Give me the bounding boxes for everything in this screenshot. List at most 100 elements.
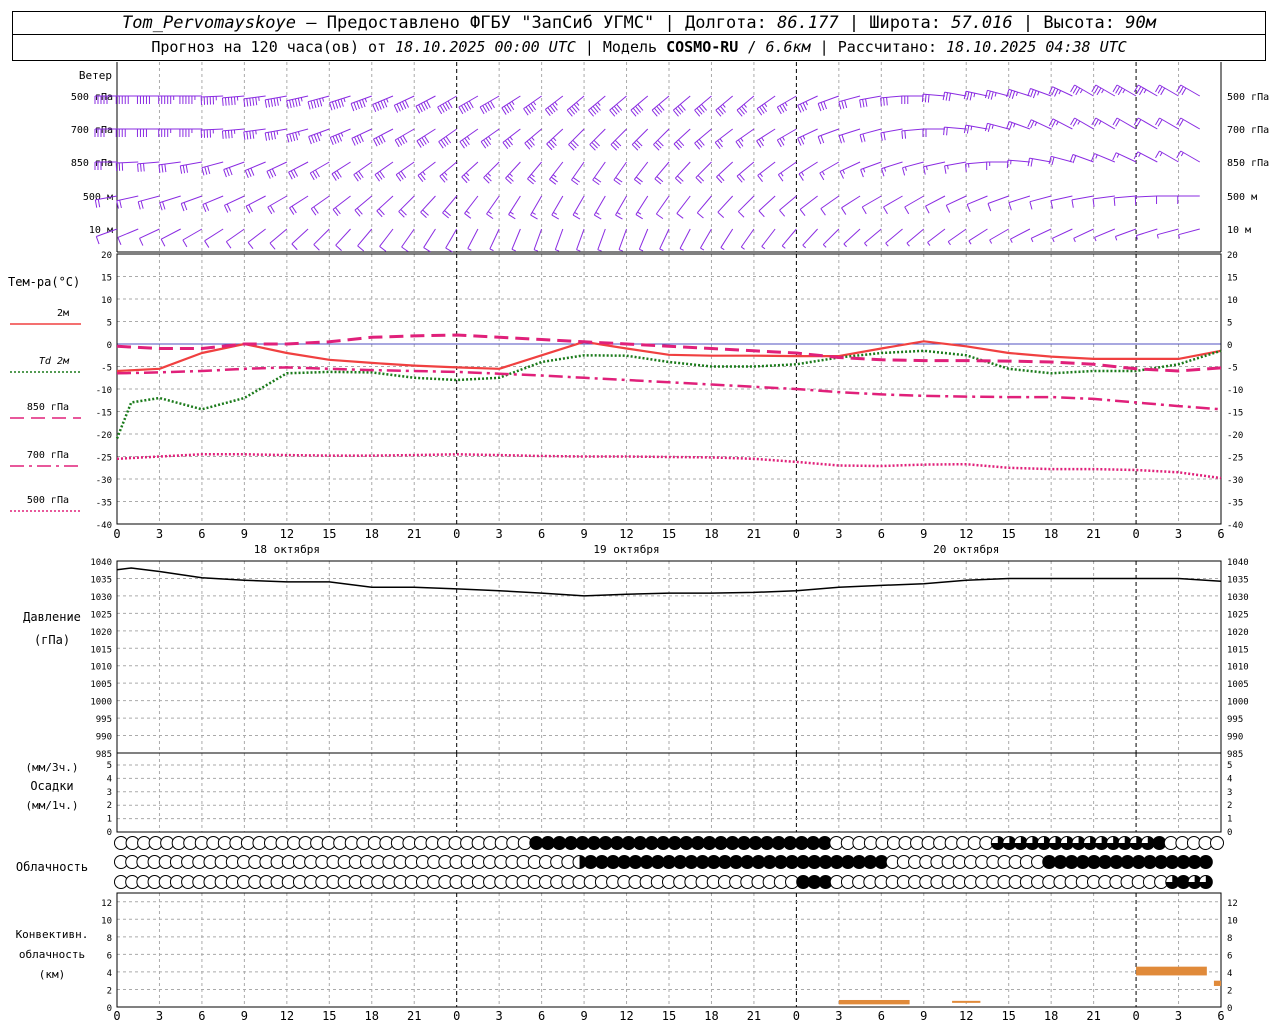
wind-barb-feather [442, 103, 448, 112]
day-label: 20 октября [933, 543, 999, 556]
wind-barb [117, 228, 139, 238]
wind-barb-half-feather [740, 137, 744, 142]
wind-barb-feather [1030, 89, 1034, 98]
precip-tick-left: 3 [107, 788, 112, 798]
conv-hour-tick: 0 [793, 1009, 800, 1023]
wind-barb [588, 95, 606, 111]
wind-barb-half-feather [487, 172, 492, 177]
wind-barb-half-feather [465, 172, 470, 177]
wind-barb [353, 161, 373, 176]
wind-barb-feather [445, 102, 450, 110]
wind-barb-feather [904, 206, 910, 215]
wind-barb-feather [676, 213, 684, 219]
wind-barb-half-feather [973, 93, 976, 98]
wind-barb [1115, 152, 1137, 163]
wind-barb-half-feather [927, 242, 931, 246]
wind-barb-feather [402, 135, 408, 143]
wind-barb-half-feather [509, 211, 514, 215]
precip-tick-right: 2 [1227, 801, 1232, 811]
wind-barb-feather [776, 139, 782, 148]
temp-tick-left: 15 [101, 274, 112, 284]
wind-barb [524, 128, 542, 144]
wind-barb [859, 95, 882, 101]
conv-title-1: Конвективн. [16, 928, 89, 941]
wind-barb-feather [335, 134, 340, 143]
wind-barb-half-feather [576, 102, 580, 106]
wind-barb-feather [316, 133, 321, 142]
wind-barb-feather [204, 240, 210, 248]
conv-unit: (км) [39, 968, 66, 981]
wind-barb-feather [948, 93, 951, 102]
wind-barb-feather [319, 98, 323, 107]
cloud-symbol [1198, 875, 1213, 889]
wind-barb-feather [313, 244, 320, 251]
temp-tick-right: -5 [1227, 364, 1238, 374]
wind-barb-feather [224, 130, 227, 139]
wind-barb [820, 195, 840, 210]
wind-barb [1180, 84, 1201, 97]
wind-barb-half-feather [597, 249, 602, 252]
pressure-tick-left: 990 [96, 733, 112, 743]
wind-barb [679, 228, 691, 249]
wind-barb [1116, 84, 1137, 97]
wind-barb [554, 228, 564, 250]
wind-barb-feather [1112, 152, 1117, 161]
wind-barb [906, 228, 925, 244]
wind-barb-feather [139, 238, 144, 246]
temp-tick-left: -20 [96, 431, 112, 441]
wind-barb-feather [423, 101, 429, 110]
wind-barb-feather [243, 131, 246, 140]
conv-tick-right: 4 [1227, 969, 1232, 979]
wind-level-label-right: 850 гПа [1227, 158, 1269, 169]
wind-barb-half-feather [821, 171, 825, 176]
wind-barb [245, 195, 266, 207]
legend-label-td2m: Td 2м [39, 356, 70, 367]
wind-barb [1178, 228, 1200, 236]
wind-barb-feather [185, 164, 189, 173]
wind-barb-feather [269, 242, 276, 250]
conv-tick-right: 0 [1227, 1004, 1232, 1014]
wind-barb-half-feather [1055, 121, 1059, 126]
wind-barb-feather [802, 102, 807, 111]
wind-barb [1180, 150, 1201, 163]
conv-tick-right: 8 [1227, 934, 1232, 944]
wind-barb-feather [945, 205, 951, 213]
wind-barb [761, 228, 776, 247]
wind-barb-feather [1157, 119, 1163, 127]
wind-barb-half-feather [700, 247, 705, 251]
wind-barb-feather [779, 138, 785, 146]
wind-barb-feather [140, 200, 144, 209]
wind-barb-feather [270, 131, 273, 140]
legend-label-t850: 850 гПа [27, 402, 69, 413]
pressure-unit: (гПа) [34, 633, 70, 647]
wind-barb-feather [1160, 87, 1166, 96]
wind-barb-half-feather [968, 240, 972, 245]
wind-barb-feather [292, 133, 296, 141]
wind-level-label-right: 700 гПа [1227, 125, 1269, 136]
temp-tick-left: -15 [96, 409, 112, 419]
wind-barb [968, 228, 988, 242]
conv-cloud-bar [1213, 980, 1221, 986]
conv-cloud-bar [1136, 966, 1207, 976]
wind-barb-feather [353, 102, 358, 111]
precip-tick-left: 0 [107, 828, 112, 838]
wind-barb-feather [1155, 84, 1160, 93]
wind-barb-feather [117, 237, 122, 246]
wind-level-label-left: 850 гПа [71, 158, 113, 169]
wind-barb-feather [373, 138, 378, 147]
wind-barb-feather [468, 100, 474, 109]
wind-barb-half-feather [759, 173, 763, 178]
wind-barb-feather [227, 130, 230, 139]
wind-barb-feather [925, 205, 930, 214]
wind-barb-half-feather [781, 245, 786, 249]
wind-barb [901, 128, 924, 132]
wind-barb-half-feather [488, 136, 492, 141]
wind-barb-feather [264, 132, 268, 141]
wind-barb-feather [205, 203, 210, 211]
wind-barb-feather [1006, 160, 1009, 169]
wind-barb-feather [310, 100, 314, 109]
wind-barb-feather [1070, 84, 1075, 93]
wind-barb-feather [372, 104, 377, 113]
wind-barb-feather [880, 97, 882, 106]
wind-barb [862, 195, 882, 208]
